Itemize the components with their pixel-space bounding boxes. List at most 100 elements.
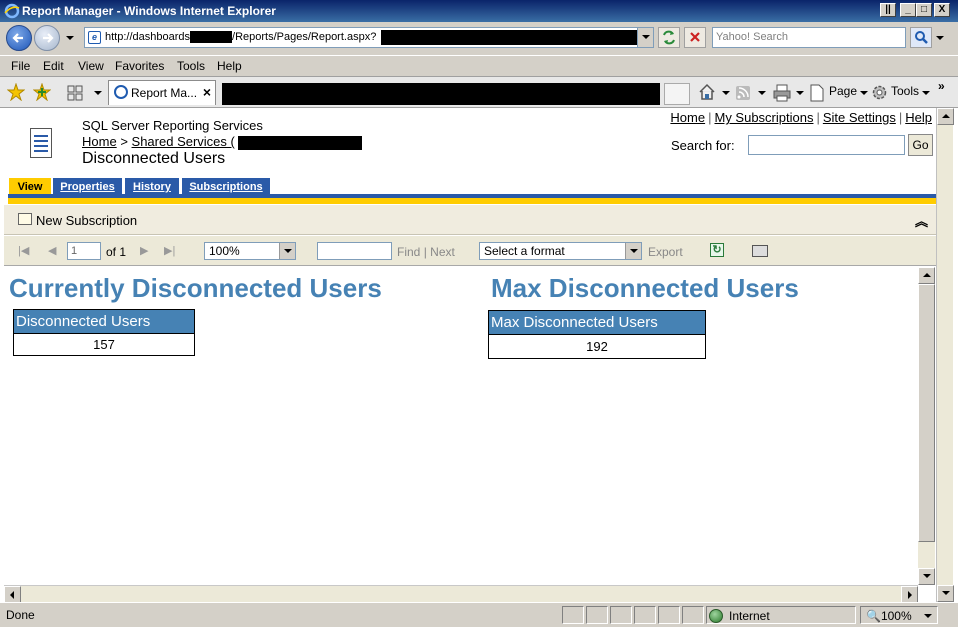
menu-bar: File Edit View Favorites Tools Help	[0, 55, 958, 77]
pause-icon[interactable]: ||	[880, 3, 896, 17]
refresh-report-icon[interactable]: ↻	[710, 243, 724, 257]
report-vertical-scrollbar[interactable]	[918, 267, 935, 585]
collapse-icon[interactable]: ︽	[915, 211, 928, 230]
favorites-star-icon[interactable]	[7, 83, 25, 101]
max-disconnected-users-table: Max Disconnected Users 192	[488, 310, 706, 359]
scroll-down-icon[interactable]	[918, 568, 935, 585]
find-separator: |	[423, 245, 427, 259]
menu-help[interactable]: Help	[217, 59, 242, 73]
scroll-right-icon[interactable]	[901, 586, 918, 603]
chevron-more-icon[interactable]: »	[938, 79, 945, 93]
breadcrumb: Home > Shared Services (	[82, 134, 363, 150]
menu-tools[interactable]: Tools	[177, 59, 205, 73]
history-dropdown-icon[interactable]	[66, 36, 74, 40]
status-pane	[658, 606, 680, 624]
status-pane	[562, 606, 584, 624]
first-page-icon[interactable]: |◀	[18, 244, 29, 257]
feeds-dropdown-icon[interactable]	[758, 91, 766, 95]
status-bar: Done Internet 🔍100%	[0, 602, 958, 627]
search-options-icon[interactable]	[936, 36, 944, 40]
export-link[interactable]: Export	[648, 245, 683, 259]
menu-edit[interactable]: Edit	[43, 59, 64, 73]
quick-tabs-icon[interactable]	[67, 85, 83, 101]
print-icon[interactable]	[773, 84, 791, 102]
add-favorite-icon[interactable]	[33, 83, 51, 101]
scroll-left-icon[interactable]	[4, 586, 21, 603]
back-button[interactable]	[6, 25, 32, 51]
rm-search-input[interactable]	[748, 135, 905, 155]
home-dropdown-icon[interactable]	[722, 91, 730, 95]
my-subscriptions-link[interactable]: My Subscriptions	[714, 110, 813, 125]
status-pane	[586, 606, 608, 624]
format-value: Select a format	[484, 244, 565, 258]
tools-dropdown-icon[interactable]	[922, 91, 930, 95]
horizontal-scrollbar[interactable]	[4, 585, 918, 603]
search-button[interactable]	[910, 27, 932, 48]
menu-file[interactable]: File	[11, 59, 30, 73]
last-page-icon[interactable]: ▶|	[164, 244, 175, 257]
table-cell: 192	[489, 335, 705, 358]
search-input[interactable]: Yahoo! Search	[712, 27, 906, 48]
page-vertical-scrollbar[interactable]	[936, 108, 954, 602]
maximize-button[interactable]: □	[916, 3, 932, 17]
tools-menu[interactable]: Tools	[891, 84, 919, 98]
forward-button[interactable]	[34, 25, 60, 51]
redacted-tabs	[222, 83, 660, 105]
menu-view[interactable]: View	[78, 59, 104, 73]
left-report-heading: Currently Disconnected Users	[9, 273, 382, 303]
new-subscription-icon	[18, 213, 32, 225]
status-pane	[634, 606, 656, 624]
new-subscription-button[interactable]: New Subscription	[36, 213, 137, 228]
next-page-icon[interactable]: ▶	[140, 244, 148, 257]
breadcrumb-folder-link[interactable]: Shared Services (	[132, 134, 235, 149]
refresh-button[interactable]	[658, 27, 680, 48]
scroll-thumb[interactable]	[918, 284, 935, 542]
minimize-button[interactable]: _	[900, 3, 916, 17]
address-input[interactable]: e http://dashboards/Reports/Pages/Report…	[84, 27, 654, 48]
gear-icon[interactable]	[871, 84, 888, 101]
help-link[interactable]: Help	[905, 110, 932, 125]
breadcrumb-separator: >	[120, 134, 128, 149]
scroll-up-icon[interactable]	[937, 108, 954, 125]
zoom-level[interactable]: 🔍100%	[866, 609, 912, 623]
page-icon[interactable]	[810, 84, 824, 102]
new-tab-button[interactable]	[664, 83, 690, 105]
page-dropdown-icon[interactable]	[860, 91, 868, 95]
home-icon[interactable]	[698, 83, 716, 101]
title-bar: Report Manager - Windows Internet Explor…	[0, 0, 958, 22]
menu-favorites[interactable]: Favorites	[115, 59, 164, 73]
zoom-dropdown-icon[interactable]	[924, 614, 932, 618]
print-dropdown-icon[interactable]	[796, 91, 804, 95]
tab-report-manager[interactable]: Report Ma... ×	[108, 80, 216, 105]
print-report-icon[interactable]	[752, 245, 768, 257]
breadcrumb-home-link[interactable]: Home	[82, 134, 117, 149]
go-button[interactable]: Go	[908, 134, 933, 156]
report-icon	[30, 128, 52, 158]
search-icon	[915, 31, 928, 44]
feeds-icon[interactable]	[735, 85, 751, 101]
scroll-up-icon[interactable]	[918, 267, 935, 284]
find-input[interactable]	[317, 242, 392, 260]
close-tab-icon[interactable]: ×	[203, 84, 211, 100]
url-middle: /Reports/Pages/Report.aspx?	[232, 31, 377, 43]
home-link[interactable]: Home	[670, 110, 705, 125]
format-select[interactable]: Select a format	[479, 242, 642, 260]
address-dropdown-button[interactable]	[637, 28, 653, 47]
table-cell: 157	[14, 334, 194, 355]
site-settings-link[interactable]: Site Settings	[823, 110, 896, 125]
disconnected-users-table: Disconnected Users 157	[13, 309, 195, 356]
search-label: Search for:	[671, 138, 735, 153]
scroll-down-icon[interactable]	[937, 585, 954, 602]
next-link[interactable]: Next	[430, 245, 455, 259]
prev-page-icon[interactable]: ◀	[48, 244, 56, 257]
find-link[interactable]: Find	[397, 245, 420, 259]
close-button[interactable]: X	[934, 3, 950, 17]
zoom-select[interactable]: 100%	[204, 242, 296, 260]
right-report-heading: Max Disconnected Users	[491, 273, 799, 303]
zoom-value: 100%	[209, 244, 240, 258]
page-number-input[interactable]: 1	[67, 242, 101, 260]
tab-list-dropdown-icon[interactable]	[94, 91, 102, 95]
page-menu[interactable]: Page	[829, 84, 857, 98]
stop-button[interactable]	[684, 27, 706, 48]
subscription-bar: New Subscription ︽	[4, 205, 936, 235]
